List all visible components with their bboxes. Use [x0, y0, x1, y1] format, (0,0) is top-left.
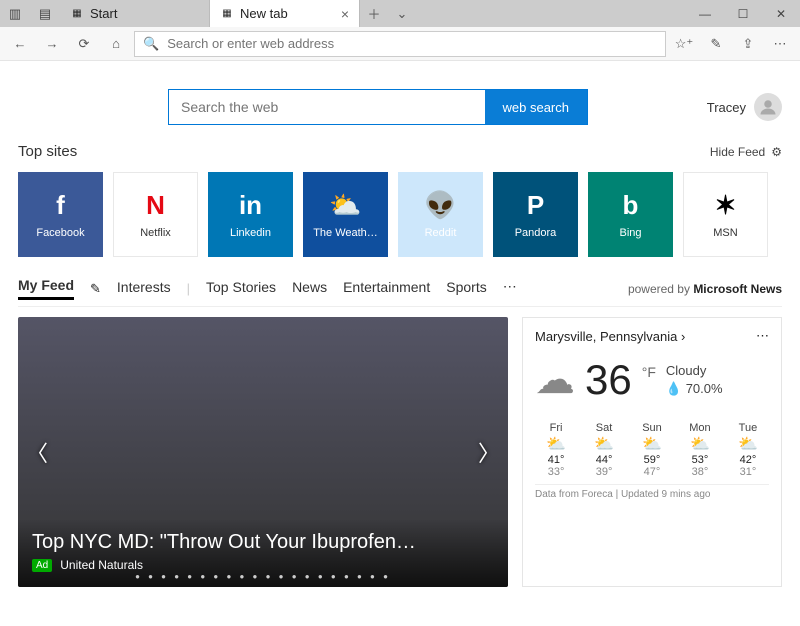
tab-preview-icon[interactable]: ⌄ — [388, 0, 416, 27]
top-site-tile[interactable]: N Netflix — [113, 172, 198, 257]
tile-label: MSN — [713, 227, 737, 239]
tab-news[interactable]: News — [292, 279, 327, 299]
settings-more-button[interactable]: ⋯ — [766, 30, 794, 58]
weather-location: Marysville, Pennsylvania — [535, 329, 677, 344]
tab-more[interactable]: ⋯ — [503, 278, 517, 299]
forecast-day: Sat⛅44°39° — [583, 422, 625, 478]
hide-feed-link[interactable]: Hide Feed — [710, 145, 765, 159]
tab-interests[interactable]: Interests — [117, 279, 171, 299]
chevron-right-icon[interactable]: 〉 — [478, 436, 500, 468]
top-sites-tiles: f Facebook N Netflix in Linkedin ⛅ The Weath… 👽 R… — [18, 166, 782, 271]
search-icon: 🔍 — [143, 36, 159, 52]
user-name[interactable]: Tracey — [707, 100, 746, 115]
top-sites-heading: Top sites — [18, 143, 77, 160]
tab-favicon-icon: ▦ — [220, 7, 234, 21]
top-site-tile[interactable]: in Linkedin — [208, 172, 293, 257]
tile-label: The Weath… — [313, 227, 378, 239]
tab-new[interactable]: ▦ New tab × — [210, 0, 360, 27]
set-aside-tabs-icon[interactable]: ▥ — [0, 0, 30, 27]
tile-icon: ⛅ — [329, 190, 361, 221]
web-search-input[interactable] — [169, 90, 485, 124]
web-search-box: web search — [168, 89, 588, 125]
top-site-tile[interactable]: P Pandora — [493, 172, 578, 257]
tab-top-stories[interactable]: Top Stories — [206, 279, 276, 299]
web-search-button[interactable]: web search — [485, 90, 587, 124]
window-close-button[interactable]: ✕ — [762, 0, 800, 27]
forecast-day: Tue⛅42°31° — [727, 422, 769, 478]
hero-headline: Top NYC MD: "Throw Out Your Ibuprofen… — [32, 531, 494, 554]
forecast-day: Mon⛅53°38° — [679, 422, 721, 478]
chevron-left-icon[interactable]: 〈 — [26, 436, 48, 468]
tab-label: New tab — [240, 6, 288, 21]
tab-sports[interactable]: Sports — [446, 279, 486, 299]
tile-icon: P — [527, 190, 544, 221]
close-icon[interactable]: × — [341, 6, 349, 22]
weather-forecast: Fri⛅41°33°Sat⛅44°39°Sun⛅59°47°Mon⛅53°38°… — [535, 416, 769, 484]
address-bar[interactable]: 🔍 — [134, 31, 666, 57]
weather-temp: 36 — [585, 356, 632, 404]
tile-icon: N — [146, 190, 165, 221]
tile-icon: ✶ — [715, 190, 737, 221]
weather-precip: 70.0% — [686, 381, 723, 396]
tile-label: Pandora — [515, 227, 557, 239]
forward-button[interactable]: → — [38, 30, 66, 58]
top-site-tile[interactable]: f Facebook — [18, 172, 103, 257]
top-site-tile[interactable]: b Bing — [588, 172, 673, 257]
ad-badge: Ad — [32, 559, 52, 572]
tile-label: Bing — [619, 227, 641, 239]
tile-icon: 👽 — [424, 190, 456, 221]
weather-condition: Cloudy — [666, 363, 706, 378]
gear-icon[interactable]: ⚙ — [771, 145, 782, 159]
tile-icon: in — [239, 190, 262, 221]
chevron-right-icon[interactable]: › — [681, 329, 685, 344]
cloud-icon: ☁ — [535, 357, 575, 403]
top-site-tile[interactable]: ✶ MSN — [683, 172, 768, 257]
tile-icon: b — [623, 190, 639, 221]
toolbar: ← → ⟳ ⌂ 🔍 ☆⁺ ✎ ⇪ ⋯ — [0, 27, 800, 61]
carousel-dots[interactable]: ● ● ● ● ● ● ● ● ● ● ● ● ● ● ● ● ● ● ● ● — [32, 572, 494, 581]
share-button[interactable]: ⇪ — [734, 30, 762, 58]
more-icon[interactable]: ⋯ — [756, 328, 769, 344]
weather-unit: °F — [642, 356, 656, 380]
avatar[interactable] — [754, 93, 782, 121]
new-tab-button[interactable]: ＋ — [360, 0, 388, 27]
show-aside-tabs-icon[interactable]: ▤ — [30, 0, 60, 27]
back-button[interactable]: ← — [6, 30, 34, 58]
tab-label: Start — [90, 6, 117, 21]
tile-label: Netflix — [140, 227, 171, 239]
tile-label: Linkedin — [230, 227, 271, 239]
home-button[interactable]: ⌂ — [102, 30, 130, 58]
weather-card[interactable]: Marysville, Pennsylvania › ⋯ ☁ 36 °F Clo… — [522, 317, 782, 587]
tile-icon: f — [56, 190, 65, 221]
weather-footer: Data from Foreca | Updated 9 mins ago — [535, 484, 769, 500]
tab-favicon-icon: ▦ — [70, 7, 84, 21]
window-minimize-button[interactable]: — — [686, 0, 724, 27]
pencil-icon[interactable]: ✎ — [90, 281, 101, 297]
forecast-day: Sun⛅59°47° — [631, 422, 673, 478]
tile-label: Reddit — [425, 227, 457, 239]
hero-source: United Naturals — [60, 558, 143, 572]
new-tab-page: web search Tracey Top sites Hide Feed ⚙ … — [0, 61, 800, 626]
notes-button[interactable]: ✎ — [702, 30, 730, 58]
powered-by: powered by Microsoft News — [628, 282, 782, 296]
url-input[interactable] — [167, 36, 657, 51]
favorites-button[interactable]: ☆⁺ — [670, 30, 698, 58]
hero-story[interactable]: 〈 〉 Top NYC MD: "Throw Out Your Ibuprofe… — [18, 317, 508, 587]
top-site-tile[interactable]: 👽 Reddit — [398, 172, 483, 257]
tile-label: Facebook — [36, 227, 84, 239]
forecast-day: Fri⛅41°33° — [535, 422, 577, 478]
refresh-button[interactable]: ⟳ — [70, 30, 98, 58]
window-maximize-button[interactable]: ☐ — [724, 0, 762, 27]
tab-start[interactable]: ▦ Start — [60, 0, 210, 27]
top-site-tile[interactable]: ⛅ The Weath… — [303, 172, 388, 257]
titlebar: ▥ ▤ ▦ Start ▦ New tab × ＋ ⌄ — ☐ ✕ — [0, 0, 800, 27]
tab-entertainment[interactable]: Entertainment — [343, 279, 430, 299]
tab-my-feed[interactable]: My Feed — [18, 277, 74, 300]
